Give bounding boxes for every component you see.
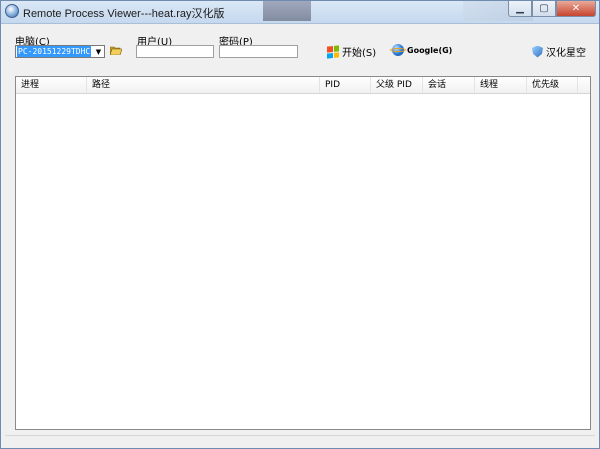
globe-icon	[390, 44, 406, 56]
process-list[interactable]: 进程 路径 PID 父级 PID 会话 线程 优先级	[15, 76, 591, 430]
folder-open-icon[interactable]	[110, 46, 122, 55]
column-header-session[interactable]: 会话	[423, 77, 475, 93]
column-header-path[interactable]: 路径	[87, 77, 320, 93]
start-button[interactable]: 开始(S)	[327, 44, 376, 59]
minimize-button[interactable]: ▁	[508, 1, 532, 17]
column-header-threads[interactable]: 线程	[475, 77, 527, 93]
window-title: Remote Process Viewer---heat.ray汉化版	[23, 8, 225, 20]
computer-value: PC-20151229TDHC	[17, 46, 92, 57]
column-header-priority[interactable]: 优先级	[527, 77, 578, 93]
google-button[interactable]: Google(G)	[390, 44, 453, 56]
minimize-icon: ▁	[516, 3, 524, 14]
list-header: 进程 路径 PID 父级 PID 会话 线程 优先级	[16, 77, 590, 94]
shield-icon	[532, 45, 543, 58]
maximize-button[interactable]: ▢	[532, 1, 556, 17]
windows-flag-icon	[327, 44, 339, 59]
close-icon: ✕	[571, 3, 581, 14]
close-button[interactable]: ✕	[556, 1, 596, 17]
app-window: Remote Process Viewer---heat.ray汉化版 ▁ ▢ …	[0, 0, 600, 449]
column-header-process[interactable]: 进程	[16, 77, 87, 93]
desktop-background-glimpse	[263, 1, 311, 21]
column-header-parent-pid[interactable]: 父级 PID	[371, 77, 423, 93]
title-bar[interactable]: Remote Process Viewer---heat.ray汉化版 ▁ ▢ …	[1, 1, 599, 24]
app-icon[interactable]	[5, 4, 19, 18]
credits-button[interactable]: 汉化星空	[532, 44, 586, 59]
status-bar	[5, 435, 595, 447]
window-controls: ▁ ▢ ✕	[508, 1, 596, 19]
password-input[interactable]	[219, 45, 298, 58]
google-button-label: Google(G)	[407, 45, 453, 55]
user-input[interactable]	[136, 45, 214, 58]
maximize-icon: ▢	[539, 3, 549, 14]
column-header-pid[interactable]: PID	[320, 77, 371, 93]
start-button-label: 开始(S)	[342, 48, 377, 59]
chevron-down-icon[interactable]: ▼	[94, 47, 103, 56]
computer-combobox[interactable]: PC-20151229TDHC ▼	[15, 45, 105, 58]
credits-button-label: 汉化星空	[546, 48, 586, 59]
